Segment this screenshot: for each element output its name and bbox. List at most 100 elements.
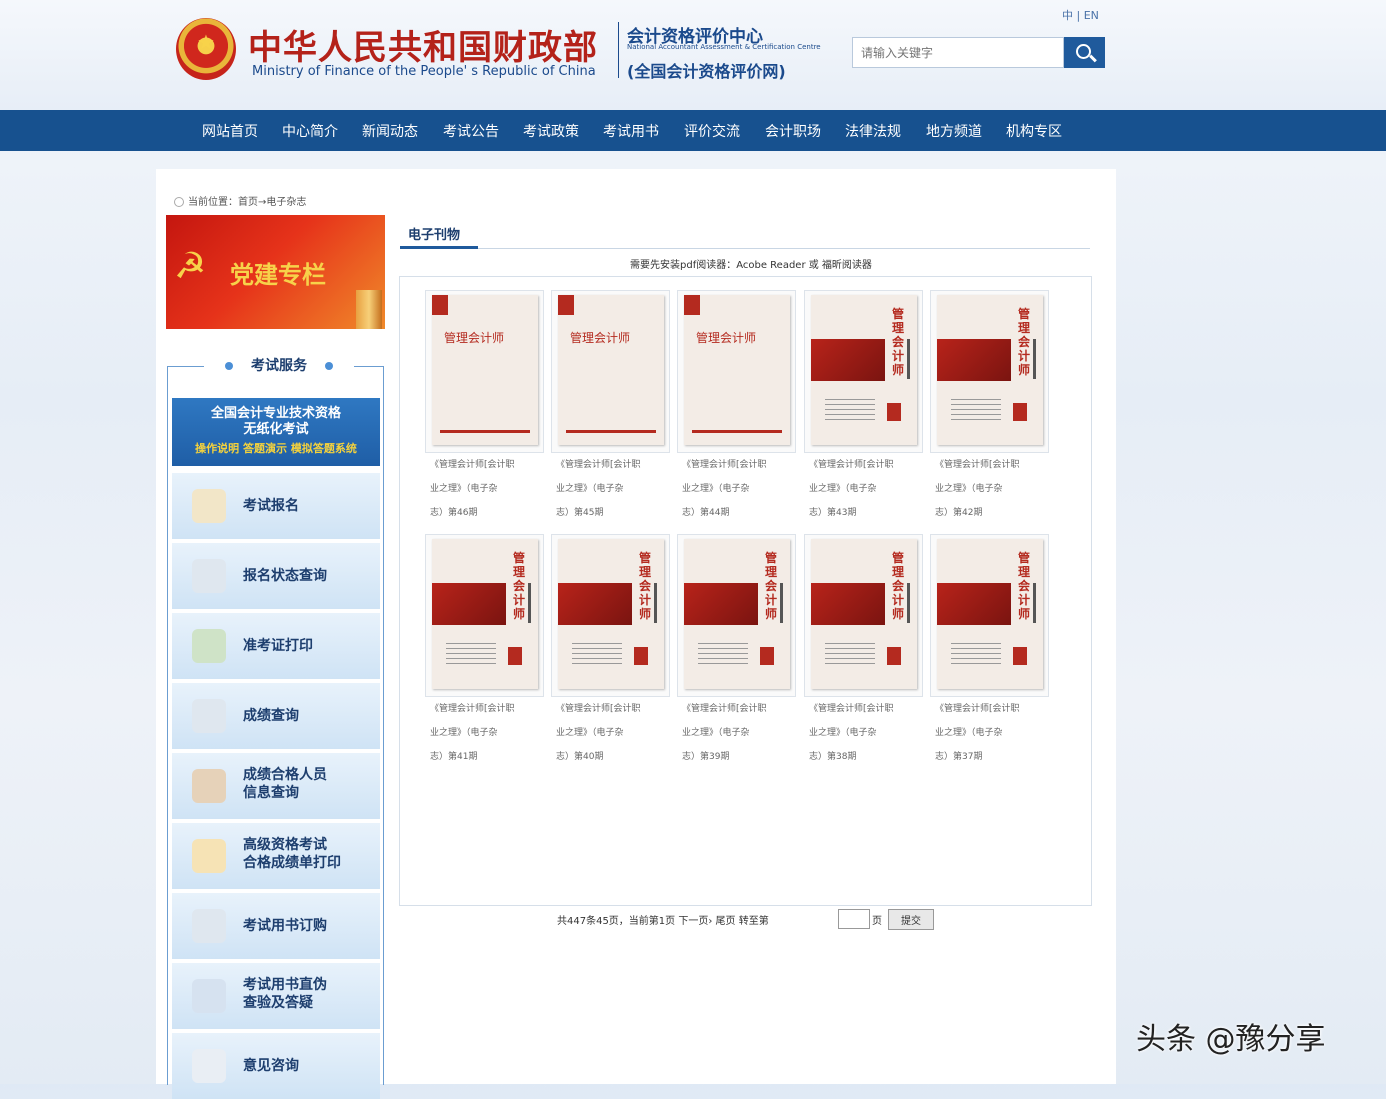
service-label: 成绩查询 <box>243 708 299 724</box>
service-item-6[interactable]: 考试用书订购 <box>172 893 380 959</box>
caption-line: 《管理会计师[会计职 <box>430 704 515 714</box>
cover-title: 管理会计师 <box>570 331 631 345</box>
service-item-5[interactable]: 高级资格考试 合格成绩单打印 <box>172 823 380 889</box>
certificate-icon <box>192 839 226 873</box>
caption-line: 业之理》（电子杂 <box>430 484 498 494</box>
service-item-2[interactable]: 准考证打印 <box>172 613 380 679</box>
page-number-input[interactable] <box>838 909 870 929</box>
caption-line: 《管理会计师[会计职 <box>556 460 641 470</box>
magazine-thumbnail[interactable]: 管理会计师 <box>425 290 544 453</box>
cover-issue-badge <box>508 647 522 665</box>
service-item-8[interactable]: 意见咨询 <box>172 1033 380 1099</box>
caption-line: 《管理会计师[会计职 <box>682 704 767 714</box>
paperless-exam-banner[interactable]: 全国会计专业技术资格 无纸化考试 操作说明 答题演示 模拟答题系统 <box>172 398 380 466</box>
service-item-0[interactable]: 考试报名 <box>172 473 380 539</box>
cover-issue-badge <box>887 647 901 665</box>
submit-button[interactable]: 提交 <box>888 909 934 930</box>
caption-line: 业之理》（电子杂 <box>809 728 877 738</box>
magazine-thumbnail[interactable]: 管理会计师 <box>677 534 796 697</box>
nav-item-10[interactable]: 机构专区 <box>1006 121 1062 141</box>
magazine-thumbnail[interactable]: 管理会计师 <box>677 290 796 453</box>
tab-active-indicator <box>400 246 478 249</box>
search-input[interactable] <box>852 37 1064 68</box>
service-label: 报名状态查询 <box>243 568 327 584</box>
center-english-title: National Accountant Assessment & Certifi… <box>627 43 821 51</box>
cover-vertical-title: 管理会计师 <box>764 551 777 621</box>
cover-image <box>684 583 758 625</box>
ministry-title: 中华人民共和国财政部 <box>248 28 598 68</box>
cover-image <box>432 583 506 625</box>
cover-strip <box>684 295 700 315</box>
magazine-thumbnail[interactable]: 管理会计师 <box>804 534 923 697</box>
pdf-reader-notice[interactable]: 需要先安装pdf阅读器：Acobe Reader 或 福昕阅读器 <box>630 256 872 271</box>
service-item-4[interactable]: 成绩合格人员 信息查询 <box>172 753 380 819</box>
magnifier-icon <box>192 909 226 943</box>
magazine-thumbnail[interactable]: 管理会计师 <box>551 534 670 697</box>
nav-item-1[interactable]: 中心简介 <box>282 121 338 141</box>
nav-item-0[interactable]: 网站首页 <box>202 121 258 141</box>
magazine-caption[interactable]: 《管理会计师[会计职 业之理》（电子杂 志）第37期 <box>935 697 1063 769</box>
caption-line: 《管理会计师[会计职 <box>935 460 1020 470</box>
caption-line: 《管理会计师[会计职 <box>809 460 894 470</box>
nav-item-2[interactable]: 新闻动态 <box>362 121 418 141</box>
tab-e-journal[interactable]: 电子刊物 <box>408 224 460 243</box>
service-label: 合格成绩单打印 <box>243 855 341 871</box>
magnifier-icon <box>192 699 226 733</box>
cover-bar <box>1033 583 1036 623</box>
nav-item-5[interactable]: 考试用书 <box>603 121 659 141</box>
printer-icon <box>192 629 226 663</box>
magazine-thumbnail[interactable]: 管理会计师 <box>930 534 1049 697</box>
service-item-3[interactable]: 成绩查询 <box>172 683 380 749</box>
caption-line: 业之理》（电子杂 <box>935 728 1003 738</box>
service-item-1[interactable]: 报名状态查询 <box>172 543 380 609</box>
magazine-caption[interactable]: 《管理会计师[会计职 业之理》（电子杂 志）第45期 <box>556 453 684 525</box>
nav-item-3[interactable]: 考试公告 <box>443 121 499 141</box>
cover-issue-badge <box>760 647 774 665</box>
cover-issue-badge <box>887 403 901 421</box>
search-icon-handle <box>1089 54 1097 63</box>
magazine-thumbnail[interactable]: 管理会计师 <box>804 290 923 453</box>
magazine-cover: 管理会计师 <box>684 295 790 445</box>
pagination[interactable]: 共447条45页，当前第1页 下一页› 尾页 转至第 <box>557 912 769 927</box>
magazine-caption[interactable]: 《管理会计师[会计职 业之理》（电子杂 志）第42期 <box>935 453 1063 525</box>
magazine-caption[interactable]: 《管理会计师[会计职 业之理》（电子杂 志）第39期 <box>682 697 810 769</box>
magazine-cover: 管理会计师 <box>684 539 790 689</box>
caption-line: 业之理》（电子杂 <box>682 728 750 738</box>
service-item-7[interactable]: 考试用书直伪 查验及答疑 <box>172 963 380 1029</box>
magazine-thumbnail[interactable]: 管理会计师 <box>425 534 544 697</box>
center-subtitle: (全国会计资格评价网) <box>627 62 786 81</box>
magazine-caption[interactable]: 《管理会计师[会计职 业之理》（电子杂 志）第41期 <box>430 697 558 769</box>
pillar-decoration <box>356 290 382 329</box>
service-label: 考试报名 <box>243 498 299 514</box>
language-switch[interactable]: 中 | EN <box>1062 7 1099 23</box>
magazine-thumbnail[interactable]: 管理会计师 <box>551 290 670 453</box>
caption-line: 志）第45期 <box>556 508 604 518</box>
paperless-links[interactable]: 操作说明 答题演示 模拟答题系统 <box>172 442 380 456</box>
caption-line: 志）第37期 <box>935 752 983 762</box>
cover-text-lines <box>951 643 1001 667</box>
services-title: 考试服务 <box>204 355 354 375</box>
cover-text-lines <box>446 643 496 667</box>
magazine-caption[interactable]: 《管理会计师[会计职 业之理》（电子杂 志）第43期 <box>809 453 937 525</box>
caption-line: 志）第46期 <box>430 508 478 518</box>
magazine-thumbnail[interactable]: 管理会计师 <box>930 290 1049 453</box>
caption-line: 志）第44期 <box>682 508 730 518</box>
nav-item-4[interactable]: 考试政策 <box>523 121 579 141</box>
caption-line: 业之理》（电子杂 <box>682 484 750 494</box>
caption-line: 志）第39期 <box>682 752 730 762</box>
nav-item-8[interactable]: 法律法规 <box>845 121 901 141</box>
cover-text-lines <box>572 643 622 667</box>
cover-bar <box>528 583 531 623</box>
nav-item-9[interactable]: 地方频道 <box>926 121 982 141</box>
search-button[interactable] <box>1064 37 1105 68</box>
magazine-caption[interactable]: 《管理会计师[会计职 业之理》（电子杂 志）第40期 <box>556 697 684 769</box>
cover-strip <box>558 295 574 315</box>
magazine-caption[interactable]: 《管理会计师[会计职 业之理》（电子杂 志）第44期 <box>682 453 810 525</box>
nav-item-6[interactable]: 评价交流 <box>684 121 740 141</box>
breadcrumb: 当前位置：首页→电子杂志 <box>174 193 306 208</box>
magazine-caption[interactable]: 《管理会计师[会计职 业之理》（电子杂 志）第38期 <box>809 697 937 769</box>
caption-line: 志）第43期 <box>809 508 857 518</box>
nav-item-7[interactable]: 会计职场 <box>765 121 821 141</box>
magazine-caption[interactable]: 《管理会计师[会计职 业之理》（电子杂 志）第46期 <box>430 453 558 525</box>
party-building-banner[interactable]: ☭ 党建专栏 <box>166 215 385 329</box>
